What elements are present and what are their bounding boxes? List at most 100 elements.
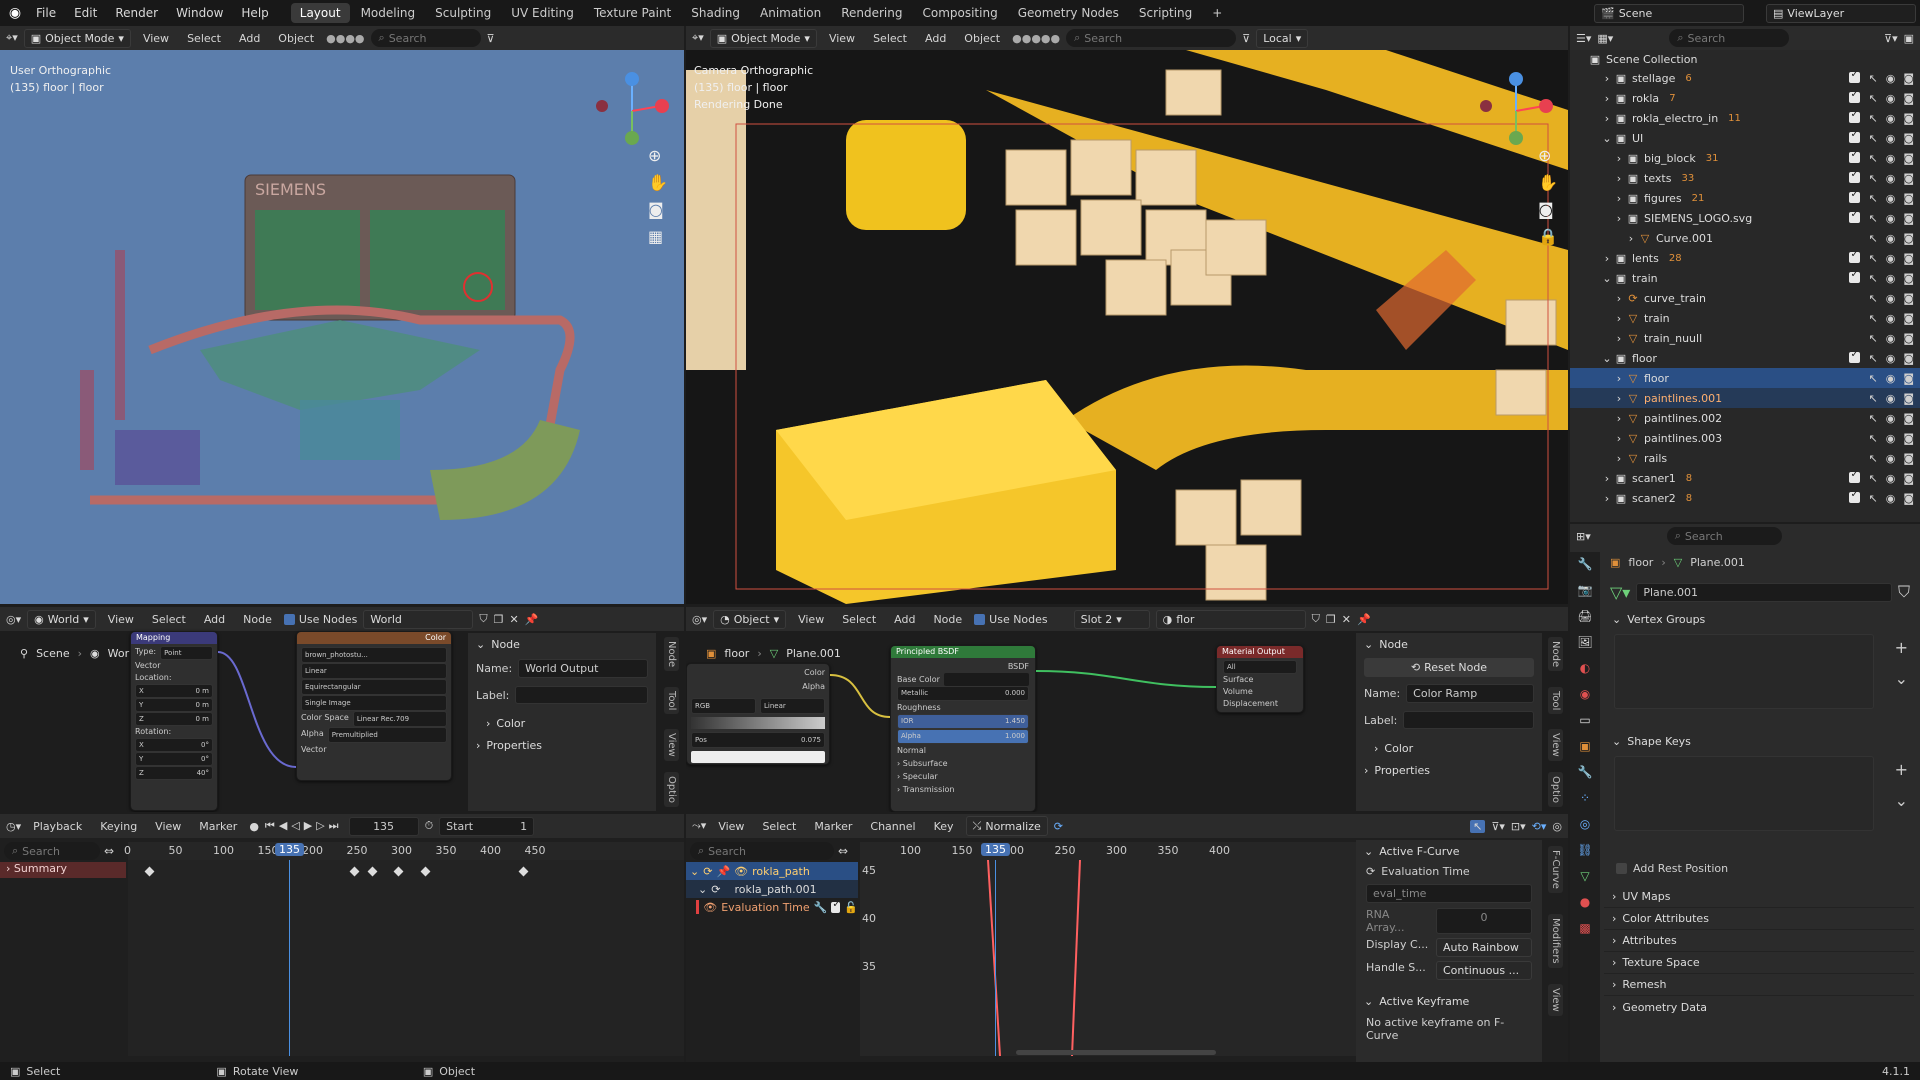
zoom-icon[interactable]: ⊕ xyxy=(1538,146,1558,165)
select-arrow-icon[interactable]: ↖ xyxy=(1868,312,1877,325)
tab-uv-editing[interactable]: UV Editing xyxy=(502,3,583,23)
playback-controls[interactable]: ⏮◀◁▶▷⏭ xyxy=(265,819,343,833)
outliner-row[interactable]: › ▽ rails ↖ ◉ ◙ xyxy=(1570,448,1920,468)
shield-icon[interactable]: ⛉ xyxy=(1898,582,1910,602)
expand-toggle[interactable]: › xyxy=(1600,72,1614,85)
shading-buttons[interactable]: ●●●● xyxy=(326,32,364,45)
keyframe-diamond[interactable] xyxy=(144,866,155,877)
stopwatch-icon[interactable]: ⏱ xyxy=(425,819,434,833)
orientation-selector[interactable]: Local ▾ xyxy=(1256,28,1309,48)
exclude-checkbox[interactable] xyxy=(1849,129,1861,143)
expand-toggle[interactable]: › xyxy=(1612,392,1626,405)
select-arrow-icon[interactable]: ↖ xyxy=(1868,372,1877,385)
eye-icon[interactable]: ◉ xyxy=(1886,112,1896,125)
camera-icon[interactable]: ◙ xyxy=(1903,152,1914,165)
outliner-row[interactable]: › ▽ paintlines.002 ↖ ◉ ◙ xyxy=(1570,408,1920,428)
outliner-row[interactable]: ›▣ figures 21 ↖ ◉ ◙ xyxy=(1570,188,1920,208)
new-collection-icon[interactable]: ▣ xyxy=(1904,32,1914,45)
color-attributes-section[interactable]: › Color Attributes xyxy=(1604,908,1914,930)
tab-tool[interactable]: Tool xyxy=(1548,687,1563,715)
camera-icon[interactable]: ◙ xyxy=(1903,292,1914,305)
select-arrow-icon[interactable]: ↖ xyxy=(1868,252,1877,265)
start-frame-field[interactable]: Start 1 xyxy=(439,816,535,836)
camera-icon[interactable]: ◙ xyxy=(1538,200,1558,219)
add-rest-position-checkbox[interactable] xyxy=(1616,863,1627,874)
eye-icon[interactable]: ◉ xyxy=(1886,72,1896,85)
tab-shading[interactable]: Shading xyxy=(682,3,749,23)
menu-view[interactable]: View xyxy=(137,30,175,47)
menu-render[interactable]: Render xyxy=(107,3,166,23)
menu-view[interactable]: View xyxy=(823,30,861,47)
eye-icon[interactable]: ◉ xyxy=(1886,192,1896,205)
select-arrow-icon[interactable]: ↖ xyxy=(1868,432,1877,445)
eye-icon[interactable]: ◉ xyxy=(1886,492,1896,505)
scene-selector[interactable]: 🎬 Scene xyxy=(1594,3,1744,23)
chevron-down-icon[interactable]: ⌄ xyxy=(1895,791,1908,810)
select-arrow-icon[interactable]: ↖ xyxy=(1868,112,1877,125)
eye-icon[interactable]: ◉ xyxy=(1886,432,1896,445)
handle-smoothing-selector[interactable]: Continuous ... xyxy=(1436,961,1532,980)
outliner-row[interactable]: › ▽ floor ↖ ◉ ◙ xyxy=(1570,368,1920,388)
expand-toggle[interactable]: › xyxy=(1600,492,1614,505)
camera-icon[interactable]: ◙ xyxy=(1903,432,1914,445)
keyframe-diamond[interactable] xyxy=(367,866,377,877)
data-icon[interactable]: ▽ xyxy=(1577,868,1593,884)
node-panel-header[interactable]: ⌄ Node xyxy=(468,633,656,655)
tab-view[interactable]: View xyxy=(1548,984,1563,1016)
tab-view[interactable]: View xyxy=(1548,729,1563,761)
eye-icon[interactable]: ◉ xyxy=(1886,312,1896,325)
vertex-groups-list[interactable] xyxy=(1614,634,1874,709)
select-arrow-icon[interactable]: ↖ xyxy=(1868,292,1877,305)
expand-toggle[interactable]: › xyxy=(1612,412,1626,425)
summary-row[interactable]: › Summary xyxy=(0,862,126,878)
exclude-checkbox[interactable] xyxy=(1849,149,1861,163)
select-arrow-icon[interactable]: ↖ xyxy=(1868,72,1877,85)
expand-toggle[interactable]: › xyxy=(1624,232,1638,245)
outliner-row[interactable]: ›▣ rokla 7 ↖ ◉ ◙ xyxy=(1570,88,1920,108)
viewport-search[interactable]: ⌕ Search xyxy=(1066,29,1237,47)
eye-icon[interactable]: ◉ xyxy=(1886,232,1896,245)
select-arrow-icon[interactable]: ↖ xyxy=(1868,132,1877,145)
properties-search[interactable]: ⌕ Search xyxy=(1666,527,1782,545)
eye-icon[interactable]: ◉ xyxy=(1886,352,1896,365)
editor-type-icon[interactable]: ⌖▾ xyxy=(6,31,18,45)
filter-icon[interactable]: ⊽ xyxy=(487,32,495,45)
menu-marker[interactable]: Marker xyxy=(808,818,858,835)
eye-icon[interactable]: ◉ xyxy=(1886,392,1896,405)
hand-pan-icon[interactable]: ✋ xyxy=(648,173,668,192)
vertex-groups-header[interactable]: ⌄ Vertex Groups xyxy=(1604,608,1914,630)
expand-toggle[interactable]: ⌄ xyxy=(1600,132,1614,145)
tab-animation[interactable]: Animation xyxy=(751,3,830,23)
mesh-name-field[interactable]: Plane.001 xyxy=(1636,582,1892,602)
tab-geometry-nodes[interactable]: Geometry Nodes xyxy=(1009,3,1128,23)
add-rest-position[interactable]: Add Rest Position xyxy=(1616,862,1728,875)
outliner-search[interactable]: ⌕ Search xyxy=(1669,29,1790,47)
exclude-checkbox[interactable] xyxy=(1849,469,1861,483)
outliner-row[interactable]: ⌄▣ train ↖ ◉ ◙ xyxy=(1570,268,1920,288)
particles-icon[interactable]: ⁘ xyxy=(1577,790,1593,806)
menu-view[interactable]: View xyxy=(712,818,750,835)
shape-keys-header[interactable]: ⌄ Shape Keys xyxy=(1604,730,1914,752)
clock-icon[interactable]: ◷▾ xyxy=(6,820,21,833)
outliner-row[interactable]: ›▣ stellage 6 ↖ ◉ ◙ xyxy=(1570,68,1920,88)
collection-icon[interactable]: ▭ xyxy=(1577,712,1593,728)
expand-toggle[interactable]: › xyxy=(1612,332,1626,345)
outliner-row[interactable]: › ▽ train ↖ ◉ ◙ xyxy=(1570,308,1920,328)
lock-icon[interactable]: 🔒 xyxy=(1538,227,1558,246)
select-arrow-icon[interactable]: ↖ xyxy=(1868,352,1877,365)
camera-icon[interactable]: ◙ xyxy=(1903,472,1914,485)
outliner-row[interactable]: ›▣ SIEMENS_LOGO.svg ↖ ◉ ◙ xyxy=(1570,208,1920,228)
view-layer-icon[interactable]: 🖼 xyxy=(1577,634,1593,650)
select-arrow-icon[interactable]: ↖ xyxy=(1868,452,1877,465)
active-fcurve-header[interactable]: ⌄ Active F-Curve xyxy=(1356,840,1542,862)
select-arrow-icon[interactable]: ↖ xyxy=(1868,492,1877,505)
menu-keying[interactable]: Keying xyxy=(94,818,143,835)
view-layer-selector[interactable]: ▤ ViewLayer xyxy=(1766,3,1916,23)
proportional-icon[interactable]: ◎ xyxy=(1552,820,1562,833)
expand-toggle[interactable]: ⌄ xyxy=(1600,352,1614,365)
camera-icon[interactable]: ◙ xyxy=(1903,192,1914,205)
eye-icon[interactable]: ◉ xyxy=(1886,332,1896,345)
camera-icon[interactable]: ◙ xyxy=(1903,232,1914,245)
filter-icon[interactable]: ⊽ xyxy=(1242,32,1250,45)
add-icon[interactable]: + xyxy=(1895,760,1908,779)
